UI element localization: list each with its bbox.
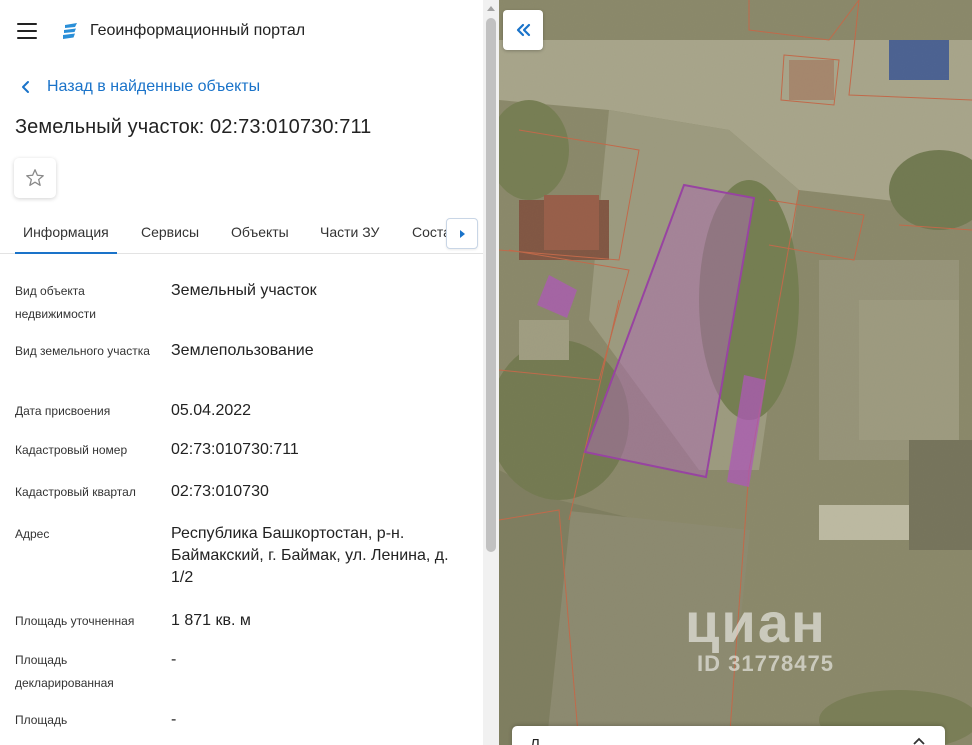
map-bottom-card[interactable]: Л [512, 726, 945, 745]
property-label: Площадь уточненная [15, 614, 135, 628]
page-title: Земельный участок: 02:73:010730:711 [15, 116, 372, 138]
property-label: Адрес [15, 527, 50, 541]
property-value: - [171, 651, 177, 668]
property-label: Площадь декларированная [15, 653, 114, 690]
property-label: Кадастровый номер [15, 443, 128, 457]
watermark-id: ID 31778475 [697, 651, 834, 676]
tab-parts[interactable]: Части ЗУ [320, 212, 379, 254]
bottom-card-label: Л [530, 736, 540, 745]
tab-services[interactable]: Сервисы [141, 212, 199, 254]
scroll-up-arrow-icon[interactable] [483, 0, 499, 16]
app-header: Геоинформационный портал [0, 0, 483, 62]
property-value: Земельный участок [171, 282, 317, 299]
back-link-label: Назад в найденные объекты [47, 78, 261, 95]
property-value: 05.04.2022 [171, 402, 252, 419]
back-link[interactable]: Назад в найденные объекты [0, 74, 483, 100]
tabs-scroll-right-button[interactable] [446, 218, 478, 249]
property-value: 02:73:010730 [171, 483, 269, 500]
hamburger-icon[interactable] [17, 23, 37, 39]
app-title: Геоинформационный портал [90, 22, 306, 39]
tab-info[interactable]: Информация [15, 212, 117, 254]
property-value: 1 871 кв. м [171, 612, 251, 629]
panel-scrollbar[interactable] [483, 0, 499, 745]
info-panel: Геоинформационный портал Назад в найденн… [0, 0, 483, 745]
star-outline-icon [26, 169, 44, 186]
tab-objects[interactable]: Объекты [231, 212, 289, 254]
watermark-brand: циан [685, 591, 827, 654]
property-label: Кадастровый квартал [15, 485, 136, 499]
property-value: 02:73:010730:711 [171, 441, 299, 458]
property-value: Землепользование [171, 342, 314, 359]
property-value: Республика Башкортостан, р-н. Баймакский… [171, 525, 449, 586]
chevron-up-icon[interactable] [913, 737, 925, 745]
watermark: циан ID 31778475 [685, 595, 834, 677]
property-value: - [171, 711, 177, 728]
favorite-button[interactable] [14, 158, 56, 198]
property-label: Площадь [15, 713, 68, 727]
chevron-left-icon [22, 81, 29, 93]
portal-logo-icon [63, 23, 77, 39]
property-label: Вид земельного участка [15, 344, 150, 358]
tab-bar: Информация Сервисы Объекты Части ЗУ Сост… [0, 212, 483, 254]
property-label: Дата присвоения [15, 404, 111, 418]
double-chevron-left-icon [516, 23, 531, 37]
scrollbar-thumb[interactable] [486, 18, 496, 552]
caret-right-icon [460, 229, 465, 238]
property-label: Вид объекта недвижимости [15, 284, 96, 321]
collapse-panel-button[interactable] [503, 10, 543, 50]
